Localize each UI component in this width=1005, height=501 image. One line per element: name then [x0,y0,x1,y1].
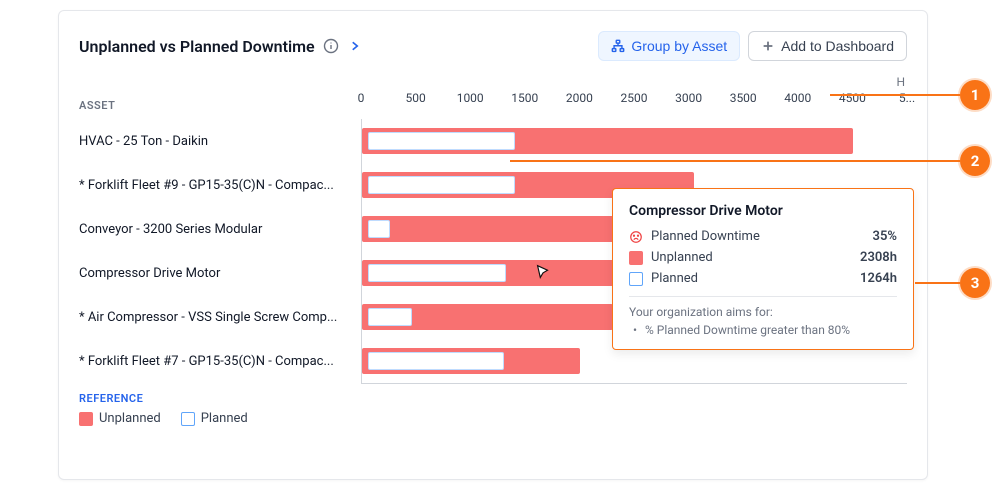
bar-planned [368,132,515,150]
bar-planned [368,220,390,238]
tooltip-planned-row: Planned 1264h [629,271,897,286]
x-tick: 1500 [511,91,538,105]
plus-icon [761,39,775,53]
y-column: ASSET HVAC - 25 Ton - Daikin * Forklift F… [79,91,361,384]
x-axis: 0500100015002000250030003500400045005... [361,91,907,119]
x-tick: 3500 [730,91,757,105]
asset-label: * Air Compressor - VSS Single Screw Comp… [79,310,347,325]
x-tick: 4000 [784,91,811,105]
tooltip-org-label: Your organization aims for: [629,305,897,319]
bar-planned [368,308,412,326]
legend-unplanned-label: Unplanned [99,411,161,426]
callout-3: 3 [960,268,990,298]
tooltip-title: Compressor Drive Motor [629,203,897,219]
bar-row[interactable] [362,119,907,163]
callout-1-num: 1 [960,80,990,110]
bar-unplanned [362,128,853,154]
x-tick: 2000 [566,91,593,105]
tooltip-unplanned-row: Unplanned 2308h [629,250,897,265]
bar-planned [368,176,515,194]
callout-1: 1 [960,80,990,110]
header-actions: Group by Asset Add to Dashboard [598,31,907,61]
x-tick: 1000 [457,91,484,105]
tooltip-pct-row: Planned Downtime 35% [629,229,897,244]
chevron-right-icon[interactable] [347,38,363,54]
header: Unplanned vs Planned Downtime Group by A… [79,31,907,61]
tooltip-planned-value: 1264h [860,271,897,286]
asset-label: Conveyor - 3200 Series Modular [79,222,272,237]
add-button-label: Add to Dashboard [781,38,894,54]
bar-planned [368,352,504,370]
x-tick: 3000 [675,91,702,105]
title-group: Unplanned vs Planned Downtime [79,37,363,56]
legend-planned-label: Planned [201,411,248,426]
swatch-red-icon [629,251,643,265]
swatch-red-icon [79,412,93,426]
group-by-asset-button[interactable]: Group by Asset [598,31,740,61]
x-tick: 500 [405,91,425,105]
bar-unplanned [362,216,618,242]
asset-label: * Forklift Fleet #7 - GP15-35(C)N - Comp… [79,354,344,369]
callout-2-num: 2 [960,146,990,176]
swatch-white-icon [181,412,195,426]
tooltip: Compressor Drive Motor Planned Downtime … [612,188,914,350]
y-axis-label: ASSET [79,91,361,119]
hierarchy-icon [611,39,625,53]
x-tick: 2500 [621,91,648,105]
tooltip-pct-value: 35% [873,229,897,244]
axis-unit: H [79,75,907,89]
callout-2: 2 [960,146,990,176]
tooltip-divider [629,296,897,297]
tooltip-unplanned-label: Unplanned [651,250,713,265]
tooltip-unplanned-value: 2308h [860,250,897,265]
info-icon[interactable] [323,38,339,54]
x-tick: 0 [358,91,365,105]
asset-label: HVAC - 25 Ton - Daikin [79,134,218,149]
bar-planned [368,264,506,282]
bar-unplanned [362,260,614,286]
asset-label: Compressor Drive Motor [79,266,230,281]
add-to-dashboard-button[interactable]: Add to Dashboard [748,31,907,61]
callout-3-num: 3 [960,268,990,298]
legend-item-unplanned: Unplanned [79,411,161,426]
swatch-white-icon [629,272,643,286]
legend: REFERENCE Unplanned Planned [79,392,907,426]
tooltip-planned-label: Planned [651,271,698,286]
group-button-label: Group by Asset [631,38,727,54]
bar-unplanned [362,304,613,330]
tooltip-org-goal: % Planned Downtime greater than 80% [629,323,897,337]
chart-title: Unplanned vs Planned Downtime [79,37,315,56]
legend-title: REFERENCE [79,392,907,405]
asset-label: * Forklift Fleet #9 - GP15-35(C)N - Comp… [79,178,344,193]
tooltip-pct-label: Planned Downtime [651,229,760,244]
sad-face-icon [629,230,643,244]
cursor-icon [534,263,552,281]
legend-item-planned: Planned [181,411,248,426]
bar-unplanned [362,348,580,374]
